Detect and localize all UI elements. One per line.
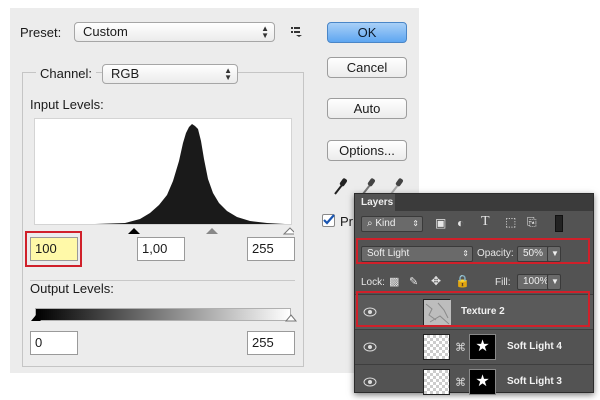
eye-icon[interactable] (363, 377, 377, 387)
filter-kind-select[interactable]: ⌕ Kind ⇕ (361, 216, 423, 232)
layer-thumbnail (423, 369, 450, 395)
preset-select-value: Custom (83, 24, 128, 39)
histogram-graph (95, 124, 285, 224)
filter-toggle[interactable] (555, 215, 563, 232)
input-levels-label: Input Levels: (30, 97, 104, 112)
fill-label: Fill: (495, 277, 511, 288)
channel-label: Channel: (36, 66, 97, 81)
preview-label: Pr (340, 214, 353, 229)
output-levels-label: Output Levels: (30, 281, 114, 296)
layer-row[interactable]: ⌘ ★ Soft Light 3 (355, 364, 593, 395)
channel-select[interactable]: RGB ▲ ▼ (102, 64, 238, 84)
shape-filter-icon[interactable]: ⬚ (505, 215, 516, 229)
layer-thumbnail (423, 334, 450, 360)
updown-icon: ⇕ (412, 219, 419, 228)
layer-mask-thumbnail: ★ (469, 369, 496, 395)
input-white-field[interactable]: 255 (247, 237, 295, 261)
type-filter-icon[interactable]: T (481, 214, 490, 230)
fill-dropdown-icon[interactable]: ▼ (547, 274, 561, 290)
output-slider[interactable] (30, 314, 300, 324)
highlight-box (356, 238, 590, 264)
lock-all-icon[interactable]: 🔒 (455, 274, 470, 288)
layer-mask-thumbnail: ★ (469, 334, 496, 360)
input-gamma-field[interactable]: 1,00 (137, 237, 185, 261)
layer-row[interactable]: ⌘ ★ Soft Light 4 (355, 329, 593, 364)
options-button[interactable]: Options... (327, 140, 407, 161)
layer-name: Soft Light 3 (507, 376, 562, 387)
output-white-slider[interactable] (284, 314, 298, 322)
black-point-slider[interactable] (128, 228, 140, 234)
preset-label: Preset: (20, 25, 62, 40)
checkmark-icon (323, 214, 335, 225)
highlight-box (356, 291, 590, 327)
link-icon: ⌘ (455, 377, 466, 389)
highlight-box (25, 231, 82, 267)
black-eyedropper-icon[interactable] (332, 176, 348, 196)
layers-tabbar: Layers (355, 194, 593, 211)
eye-icon[interactable] (363, 342, 377, 352)
lock-move-icon[interactable]: ✥ (431, 274, 441, 288)
channel-select-value: RGB (111, 66, 140, 81)
star-icon: ★ (475, 373, 490, 390)
image-filter-icon[interactable]: ▣ (435, 216, 446, 230)
preview-checkbox[interactable] (322, 214, 335, 227)
preset-select[interactable]: Custom ▲ ▼ (74, 22, 275, 42)
white-point-slider[interactable] (282, 227, 294, 235)
lock-brush-icon[interactable]: ✎ (409, 275, 418, 288)
adjustment-filter-icon[interactable]: ◐ (457, 216, 464, 230)
updown-icon: ▲ ▼ (224, 66, 232, 82)
ok-button[interactable]: OK (327, 22, 407, 43)
preset-menu-icon[interactable] (291, 27, 303, 37)
layer-name: Soft Light 4 (507, 341, 562, 352)
lock-transparent-icon[interactable]: ▩ (389, 275, 399, 288)
star-icon: ★ (475, 338, 490, 355)
lock-label: Lock: (361, 277, 385, 288)
output-black-field[interactable]: 0 (30, 331, 78, 355)
output-white-field[interactable]: 255 (247, 331, 295, 355)
smart-object-filter-icon[interactable]: ⎘ (527, 215, 537, 230)
cancel-button[interactable]: Cancel (327, 57, 407, 78)
output-black-slider[interactable] (31, 315, 41, 321)
midtone-slider[interactable] (206, 228, 218, 234)
link-icon: ⌘ (455, 342, 466, 354)
updown-icon: ▲ ▼ (261, 24, 269, 40)
tab-layers[interactable]: Layers (355, 194, 395, 211)
auto-button[interactable]: Auto (327, 98, 407, 119)
histogram (34, 118, 292, 225)
filter-kind-value: Kind (375, 218, 396, 229)
